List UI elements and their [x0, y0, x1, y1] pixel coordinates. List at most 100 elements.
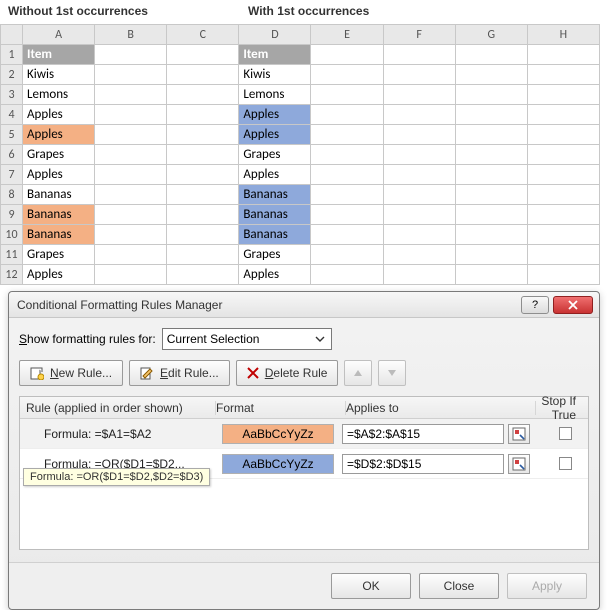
cell[interactable]: [95, 125, 167, 145]
cell[interactable]: Item: [239, 45, 311, 65]
cell[interactable]: [455, 85, 527, 105]
cell[interactable]: [527, 145, 599, 165]
cell[interactable]: [455, 65, 527, 85]
cell[interactable]: [311, 185, 383, 205]
cell[interactable]: [311, 245, 383, 265]
cell[interactable]: [455, 45, 527, 65]
cell[interactable]: Apples: [23, 165, 95, 185]
cell[interactable]: [167, 185, 239, 205]
cell[interactable]: Lemons: [23, 85, 95, 105]
cell[interactable]: [311, 65, 383, 85]
cell[interactable]: [167, 125, 239, 145]
cell[interactable]: [527, 225, 599, 245]
cell[interactable]: [167, 105, 239, 125]
cell[interactable]: [527, 245, 599, 265]
cell[interactable]: [311, 145, 383, 165]
cell[interactable]: [383, 205, 455, 225]
col-header-E[interactable]: E: [311, 25, 383, 45]
range-picker-icon[interactable]: [508, 424, 530, 444]
close-button[interactable]: Close: [419, 573, 499, 599]
cell[interactable]: Apples: [239, 165, 311, 185]
row-header[interactable]: 11: [1, 245, 23, 265]
cell[interactable]: Bananas: [239, 225, 311, 245]
row-header[interactable]: 5: [1, 125, 23, 145]
cell[interactable]: [311, 265, 383, 285]
cell[interactable]: [383, 45, 455, 65]
cell[interactable]: Bananas: [23, 225, 95, 245]
cell[interactable]: [383, 65, 455, 85]
cell[interactable]: Bananas: [239, 205, 311, 225]
cell[interactable]: [167, 65, 239, 85]
cell[interactable]: [95, 185, 167, 205]
range-picker-icon[interactable]: [508, 454, 530, 474]
cell[interactable]: [527, 65, 599, 85]
cell[interactable]: [311, 85, 383, 105]
row-header[interactable]: 4: [1, 105, 23, 125]
cell[interactable]: [455, 205, 527, 225]
cell[interactable]: Apples: [23, 105, 95, 125]
applies-to-input[interactable]: =$D$2:$D$15: [342, 454, 504, 474]
cell[interactable]: [383, 225, 455, 245]
cell[interactable]: [95, 225, 167, 245]
cell[interactable]: [311, 125, 383, 145]
cell[interactable]: [383, 125, 455, 145]
cell[interactable]: Kiwis: [23, 65, 95, 85]
cell[interactable]: [527, 265, 599, 285]
cell[interactable]: [383, 165, 455, 185]
row-header[interactable]: 3: [1, 85, 23, 105]
cell[interactable]: [455, 185, 527, 205]
apply-button[interactable]: Apply: [507, 573, 587, 599]
cell[interactable]: Apples: [23, 265, 95, 285]
cell[interactable]: Item: [23, 45, 95, 65]
cell[interactable]: [311, 225, 383, 245]
cell[interactable]: [527, 125, 599, 145]
cell[interactable]: [167, 145, 239, 165]
cell[interactable]: [527, 205, 599, 225]
cell[interactable]: [311, 165, 383, 185]
cell[interactable]: Apples: [239, 265, 311, 285]
cell[interactable]: [527, 185, 599, 205]
cell[interactable]: [167, 245, 239, 265]
cell[interactable]: [95, 45, 167, 65]
cell[interactable]: [455, 225, 527, 245]
cell[interactable]: [167, 85, 239, 105]
cell[interactable]: [527, 165, 599, 185]
cell[interactable]: [455, 145, 527, 165]
cell[interactable]: Grapes: [239, 245, 311, 265]
show-for-combo[interactable]: Current Selection: [162, 328, 332, 350]
cell[interactable]: [455, 245, 527, 265]
cell[interactable]: [383, 185, 455, 205]
cell[interactable]: [95, 245, 167, 265]
cell[interactable]: [383, 245, 455, 265]
ok-button[interactable]: OK: [331, 573, 411, 599]
cell[interactable]: [455, 265, 527, 285]
cell[interactable]: Grapes: [23, 245, 95, 265]
cell[interactable]: Bananas: [239, 185, 311, 205]
col-header-G[interactable]: G: [455, 25, 527, 45]
stop-if-true-checkbox[interactable]: [559, 457, 572, 470]
cell[interactable]: [167, 45, 239, 65]
row-header[interactable]: 6: [1, 145, 23, 165]
cell[interactable]: [95, 145, 167, 165]
cell[interactable]: [455, 105, 527, 125]
cell[interactable]: Grapes: [23, 145, 95, 165]
col-header-H[interactable]: H: [527, 25, 599, 45]
cell[interactable]: [95, 105, 167, 125]
cell[interactable]: [95, 265, 167, 285]
cell[interactable]: [527, 45, 599, 65]
applies-to-input[interactable]: =$A$2:$A$15: [342, 424, 504, 444]
select-all-corner[interactable]: [1, 25, 23, 45]
col-header-B[interactable]: B: [95, 25, 167, 45]
edit-rule-button[interactable]: Edit Rule...: [129, 360, 230, 386]
row-header[interactable]: 10: [1, 225, 23, 245]
cell[interactable]: Grapes: [239, 145, 311, 165]
cell[interactable]: [527, 105, 599, 125]
rule-row[interactable]: Formula: =$A1=$A2AaBbCcYyZz=$A$2:$A$15: [20, 419, 588, 449]
cell[interactable]: Bananas: [23, 205, 95, 225]
cell[interactable]: [455, 165, 527, 185]
cell[interactable]: [167, 165, 239, 185]
cell[interactable]: Apples: [239, 125, 311, 145]
move-down-button[interactable]: [378, 360, 406, 386]
col-header-A[interactable]: A: [23, 25, 95, 45]
cell[interactable]: [383, 145, 455, 165]
